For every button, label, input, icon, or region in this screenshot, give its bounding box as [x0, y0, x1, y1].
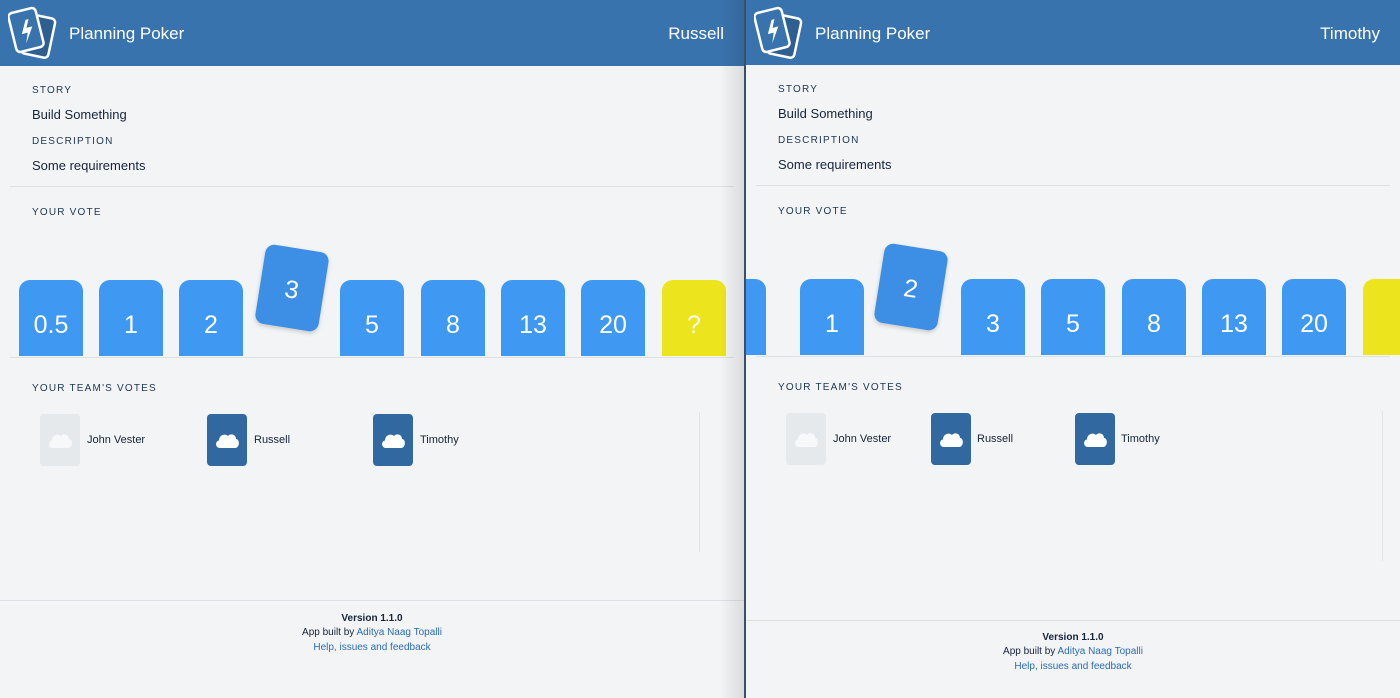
team-member-name: Timothy	[1121, 433, 1160, 445]
current-user-name[interactable]: Russell	[668, 24, 724, 44]
team-vote-card-pending	[786, 413, 826, 465]
app-title: Planning Poker	[69, 24, 185, 43]
salesforce-cloud-icon	[1084, 433, 1107, 447]
team-member-name: John Vester	[87, 434, 146, 446]
section-divider	[756, 185, 1390, 186]
vote-card-2-selected[interactable]: 2	[873, 242, 949, 332]
footer-built-prefix: App built by	[1003, 646, 1058, 657]
team-panel-border	[1382, 411, 1383, 561]
description-text: Some requirements	[32, 158, 146, 173]
team-vote-card-voted	[373, 414, 413, 466]
help-feedback-link[interactable]: Help, issues and feedback	[746, 661, 1400, 672]
right-browser-window: Planning Poker Timothy STORY Build Somet…	[746, 0, 1400, 698]
description-label: DESCRIPTION	[778, 135, 860, 146]
vote-card-3[interactable]: 3	[961, 279, 1025, 355]
team-member-name: John Vester	[833, 433, 892, 445]
description-label: DESCRIPTION	[32, 136, 114, 147]
footer-built-by: App built by Aditya Naag Topalli	[746, 646, 1400, 657]
team-member-name: Russell	[977, 433, 1014, 445]
deck-divider	[756, 356, 1390, 357]
app-logo-icon	[754, 6, 803, 59]
team-panel-border	[699, 412, 700, 552]
team-votes-label: YOUR TEAM'S VOTES	[32, 383, 157, 394]
salesforce-cloud-icon	[382, 434, 405, 448]
salesforce-cloud-icon	[795, 433, 818, 447]
footer-version: Version 1.1.0	[1042, 632, 1104, 643]
story-label: STORY	[778, 84, 819, 95]
author-link[interactable]: Aditya Naag Topalli	[1058, 646, 1143, 657]
app-header: Planning Poker Timothy	[746, 0, 1400, 65]
deck-divider	[10, 357, 734, 358]
your-vote-label: YOUR VOTE	[778, 206, 848, 217]
team-votes-label: YOUR TEAM'S VOTES	[778, 382, 903, 393]
team-member-name: Russell	[254, 434, 291, 446]
team-member-name: Timothy	[420, 434, 459, 446]
app-header: Planning Poker Russell	[0, 0, 744, 66]
story-title: Build Something	[32, 107, 127, 122]
vote-card-question[interactable]: ?	[662, 280, 726, 356]
footer-built-prefix: App built by	[302, 627, 357, 638]
team-vote-card-voted	[931, 413, 971, 465]
vote-card-8[interactable]: 8	[421, 280, 485, 356]
vote-card-5[interactable]: 5	[1041, 279, 1105, 355]
vote-card-5[interactable]: 5	[340, 280, 404, 356]
help-feedback-link[interactable]: Help, issues and feedback	[0, 642, 744, 653]
salesforce-cloud-icon	[216, 434, 239, 448]
app-logo-icon	[8, 6, 57, 59]
vote-card-0-5[interactable]: 0.5	[19, 280, 83, 356]
vote-card-0-5[interactable]: 5	[746, 279, 766, 355]
story-label: STORY	[32, 85, 73, 96]
vote-card-13[interactable]: 13	[1202, 279, 1266, 355]
vote-card-2[interactable]: 2	[179, 280, 243, 356]
salesforce-cloud-icon	[49, 434, 72, 448]
vote-card-1[interactable]: 1	[99, 280, 163, 356]
vote-card-20[interactable]: 20	[581, 280, 645, 356]
footer-version: Version 1.1.0	[341, 613, 403, 624]
salesforce-cloud-icon	[940, 433, 963, 447]
vote-card-13[interactable]: 13	[501, 280, 565, 356]
team-vote-card-voted	[1075, 413, 1115, 465]
your-vote-label: YOUR VOTE	[32, 207, 102, 218]
author-link[interactable]: Aditya Naag Topalli	[357, 627, 442, 638]
team-vote-card-pending	[40, 414, 80, 466]
vote-card-question[interactable]	[1363, 279, 1400, 355]
section-divider	[10, 186, 734, 187]
description-text: Some requirements	[778, 157, 892, 172]
footer-divider	[0, 600, 744, 601]
vote-card-3-selected[interactable]: 3	[254, 243, 330, 333]
left-browser-window: Planning Poker Russell STORY Build Somet…	[0, 0, 744, 698]
app-title: Planning Poker	[815, 24, 931, 43]
current-user-name[interactable]: Timothy	[1320, 24, 1380, 44]
team-vote-card-voted	[207, 414, 247, 466]
story-title: Build Something	[778, 106, 873, 121]
vote-card-8[interactable]: 8	[1122, 279, 1186, 355]
vote-card-20[interactable]: 20	[1282, 279, 1346, 355]
vote-card-1[interactable]: 1	[800, 279, 864, 355]
footer-built-by: App built by Aditya Naag Topalli	[0, 627, 744, 638]
footer-divider	[746, 620, 1400, 621]
